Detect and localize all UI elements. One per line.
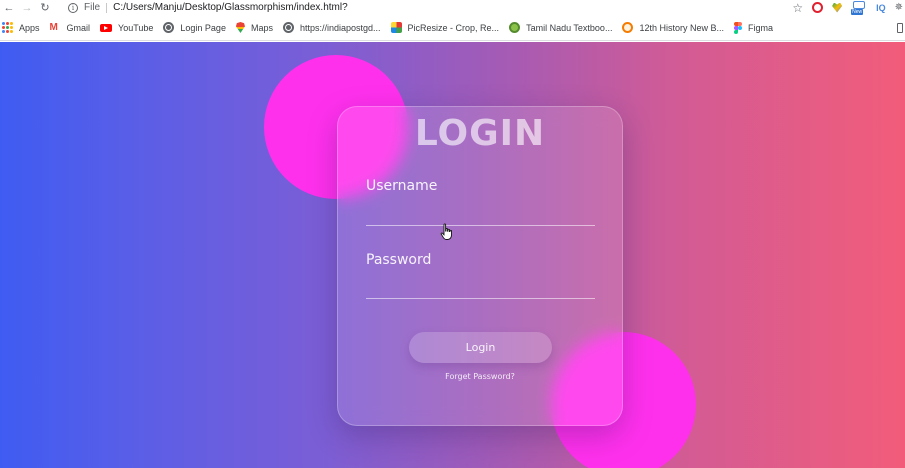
new-extension-icon[interactable]: New — [851, 0, 867, 15]
password-label: Password — [366, 252, 432, 268]
password-input[interactable] — [366, 275, 595, 299]
hand-cursor-icon — [440, 223, 452, 240]
picresize-icon — [390, 22, 402, 33]
iq-extension-icon[interactable]: IQ — [876, 3, 886, 13]
bookmark-label: Maps — [250, 22, 273, 33]
bookmark-label: YouTube — [118, 22, 154, 33]
youtube-icon — [100, 23, 113, 32]
bookmark-label: PicResize - Crop, Re... — [407, 22, 500, 33]
username-label: Username — [366, 178, 438, 194]
bookmark-indiapost[interactable]: https://indiapostgd... — [282, 22, 381, 33]
bookmark-star-icon[interactable]: ☆ — [792, 1, 803, 15]
bookmark-label: https://indiapostgd... — [299, 22, 381, 33]
divider — [106, 2, 108, 13]
back-button[interactable]: ← — [0, 0, 18, 15]
bookmarks-bar: Apps M Gmail YouTube Login Page Maps htt… — [0, 15, 905, 41]
forgot-password-link[interactable]: Forget Password? — [338, 372, 622, 381]
heart-extension-icon[interactable] — [832, 2, 843, 13]
site-info-icon[interactable]: i — [68, 2, 78, 13]
bookmark-youtube[interactable]: YouTube — [100, 23, 153, 33]
bookmark-figma[interactable]: Figma — [733, 21, 773, 34]
globe-icon — [282, 22, 294, 33]
opera-icon[interactable] — [812, 2, 824, 13]
apps-icon — [2, 22, 13, 33]
reload-button[interactable]: ↻ — [36, 0, 54, 15]
bookmark-label: Login Page — [180, 22, 226, 33]
history-icon — [622, 22, 634, 33]
username-input[interactable] — [366, 202, 595, 226]
page-background: LOGIN Username Password Login Forget Pas… — [0, 42, 905, 468]
bookmark-label: Apps — [19, 22, 40, 33]
bookmark-maps[interactable]: Maps — [235, 22, 273, 33]
bookmark-label: Tamil Nadu Textboo... — [526, 22, 613, 33]
bookmark-tamilnadu[interactable]: Tamil Nadu Textboo... — [509, 22, 612, 33]
toolbar-actions: ☆ New IQ ✵ — [792, 0, 905, 15]
login-card: LOGIN Username Password Login Forget Pas… — [337, 106, 623, 426]
url-text[interactable]: C:/Users/Manju/Desktop/Glassmorphism/ind… — [113, 2, 348, 13]
gmail-icon: M — [49, 22, 58, 33]
puzzle-extension-icon[interactable]: ✵ — [895, 2, 903, 13]
bookmark-gmail[interactable]: M Gmail — [50, 22, 91, 33]
bookmark-apps[interactable]: Apps — [2, 22, 40, 33]
url-scheme-label: File — [84, 2, 101, 13]
bookmark-login-page[interactable]: Login Page — [163, 22, 226, 33]
forward-button[interactable]: → — [18, 0, 36, 15]
figma-icon — [733, 21, 742, 34]
reading-list-icon[interactable] — [897, 15, 905, 41]
globe-icon — [163, 22, 175, 33]
login-title: LOGIN — [414, 113, 546, 154]
browser-address-bar: ← → ↻ i File C:/Users/Manju/Desktop/Glas… — [0, 0, 905, 15]
bookmark-picresize[interactable]: PicResize - Crop, Re... — [390, 22, 500, 33]
login-button[interactable]: Login — [409, 332, 552, 363]
bookmark-history[interactable]: 12th History New B... — [622, 22, 724, 33]
bookmark-label: Figma — [747, 22, 773, 33]
bookmark-label: Gmail — [66, 22, 91, 33]
maps-icon — [235, 22, 245, 33]
new-badge: New — [851, 8, 864, 15]
bookmark-label: 12th History New B... — [639, 22, 724, 33]
tamilnadu-icon — [509, 22, 521, 33]
